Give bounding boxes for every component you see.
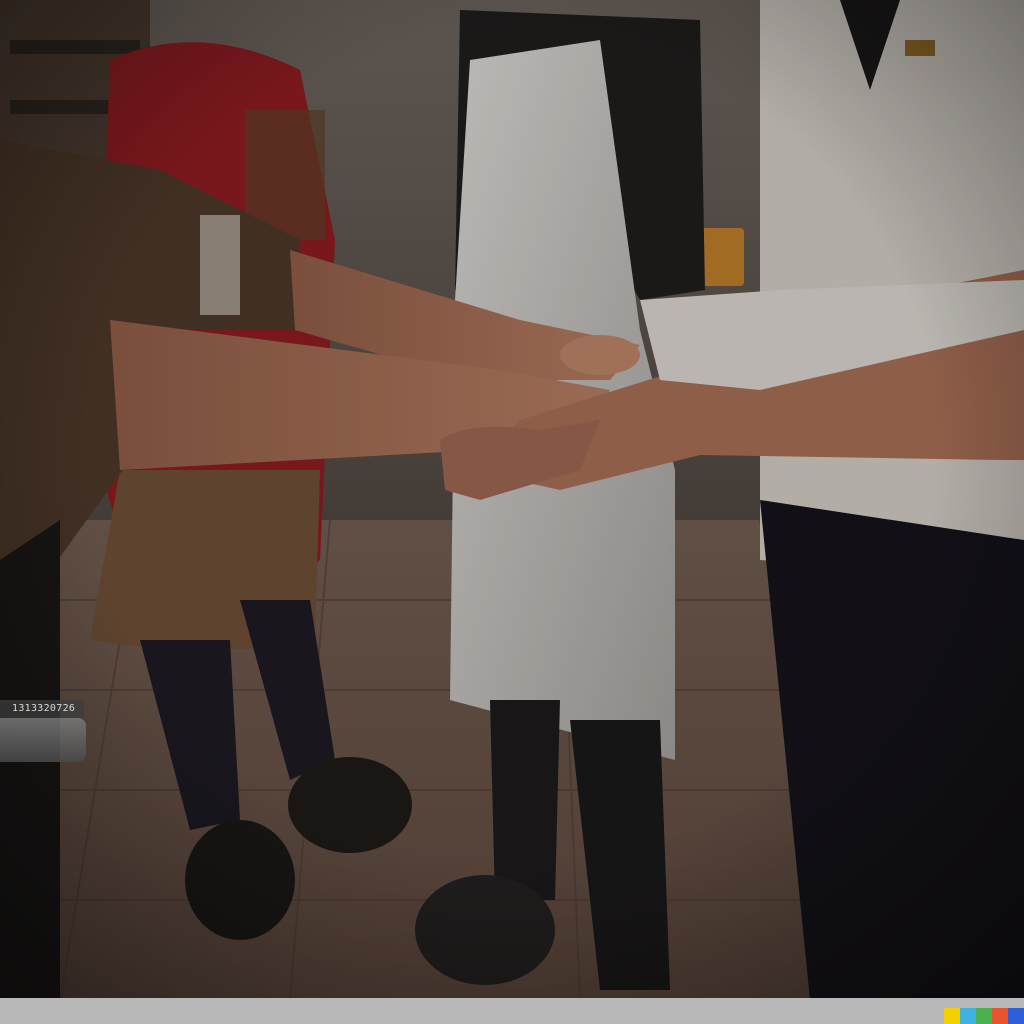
watermark-swatches (944, 1008, 1024, 1024)
watermark-swatch (960, 1008, 976, 1024)
photo-scene (0, 0, 1024, 1024)
watermark-swatch (1008, 1008, 1024, 1024)
team-hands-photo (0, 0, 1024, 1001)
watermark-swatch (976, 1008, 992, 1024)
bottom-bar (0, 998, 1024, 1024)
watermark-swatch (992, 1008, 1008, 1024)
watermark-swatch (944, 1008, 960, 1024)
stock-tab (0, 718, 86, 762)
stock-id-label: 1313320726 (0, 700, 84, 718)
